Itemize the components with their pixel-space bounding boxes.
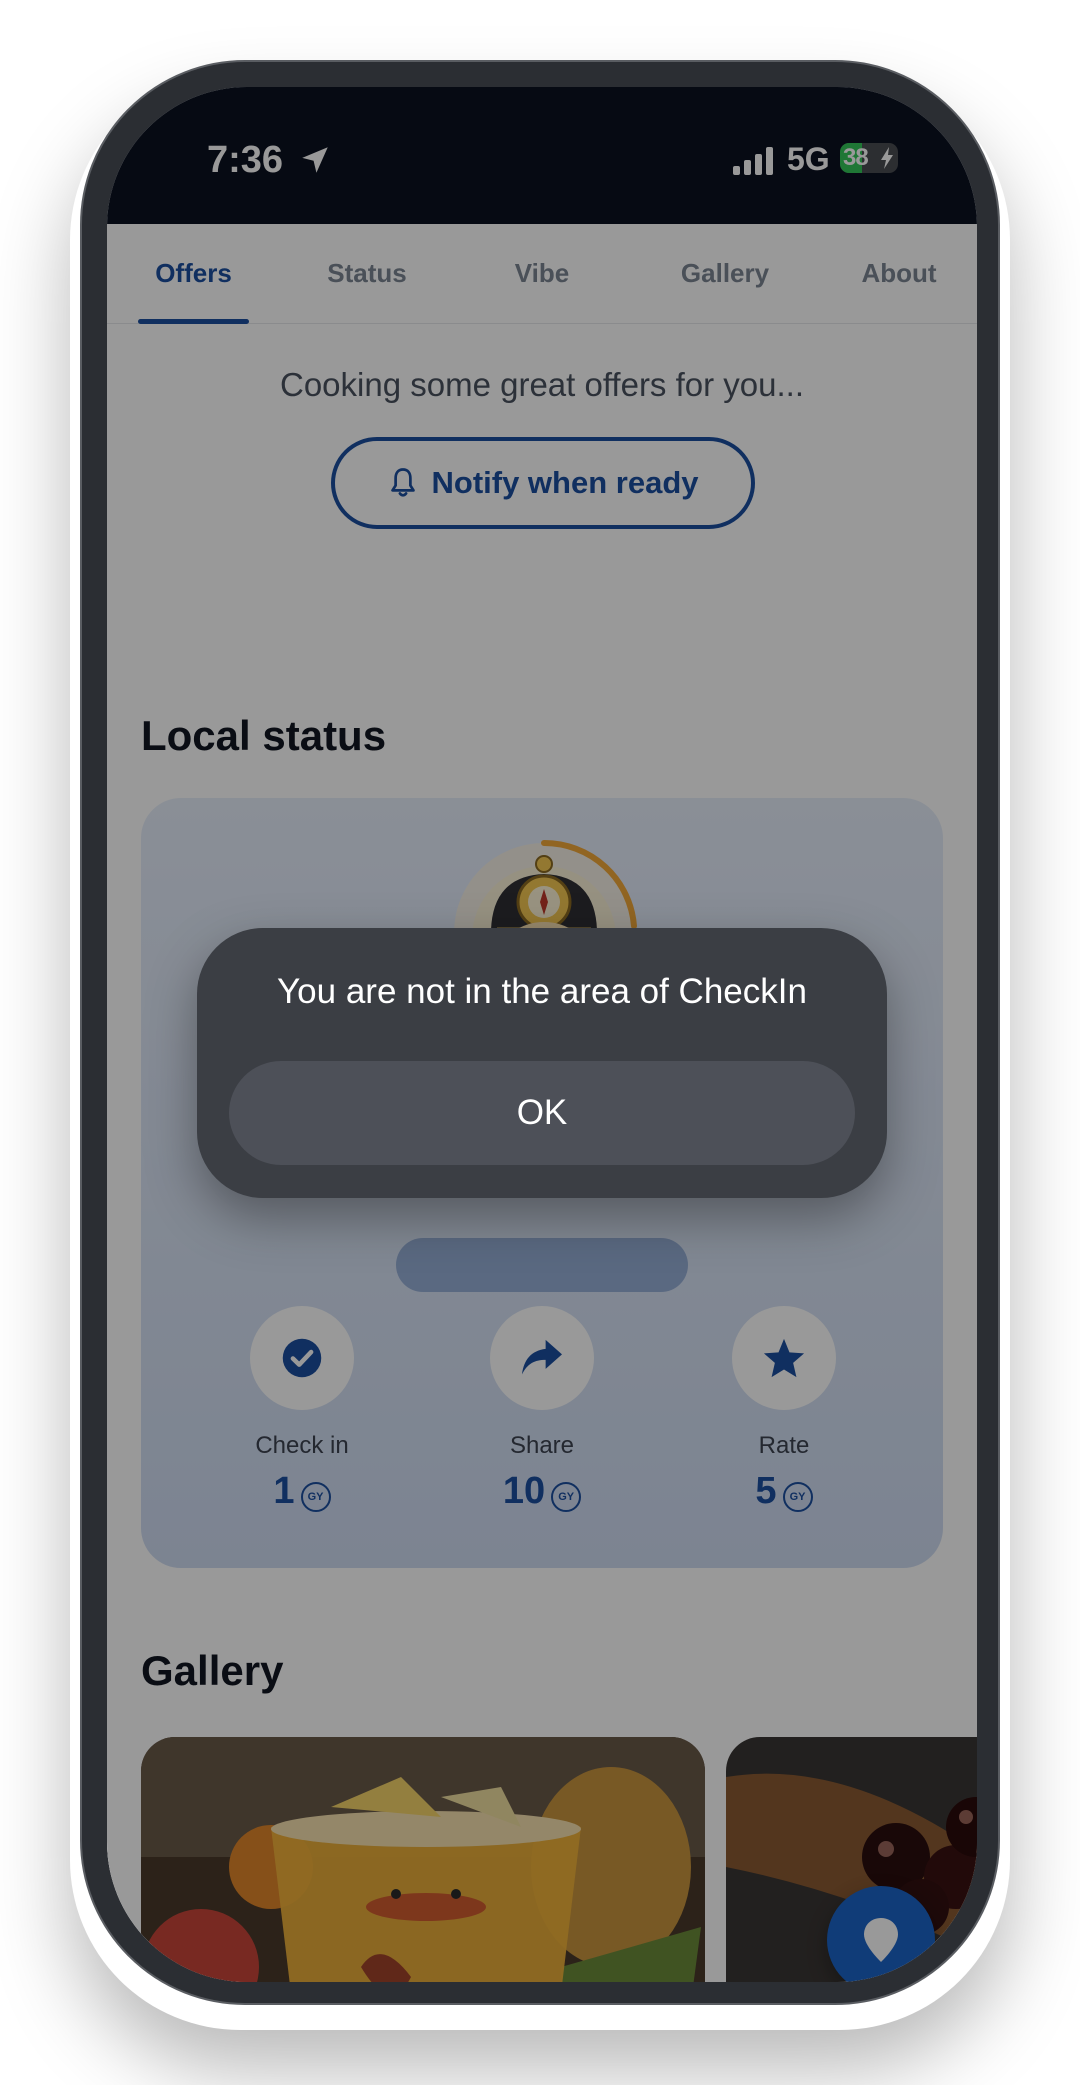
alert-ok-button[interactable]: OK xyxy=(229,1061,855,1165)
alert-dialog: You are not in the area of CheckIn OK xyxy=(197,928,887,1198)
alert-message: You are not in the area of CheckIn xyxy=(277,972,807,1011)
screen: 7:36 5G 38 Offers Status Vibe Gallery Ab… xyxy=(107,87,977,1982)
phone-frame: 7:36 5G 38 Offers Status Vibe Gallery Ab… xyxy=(80,60,1000,2005)
